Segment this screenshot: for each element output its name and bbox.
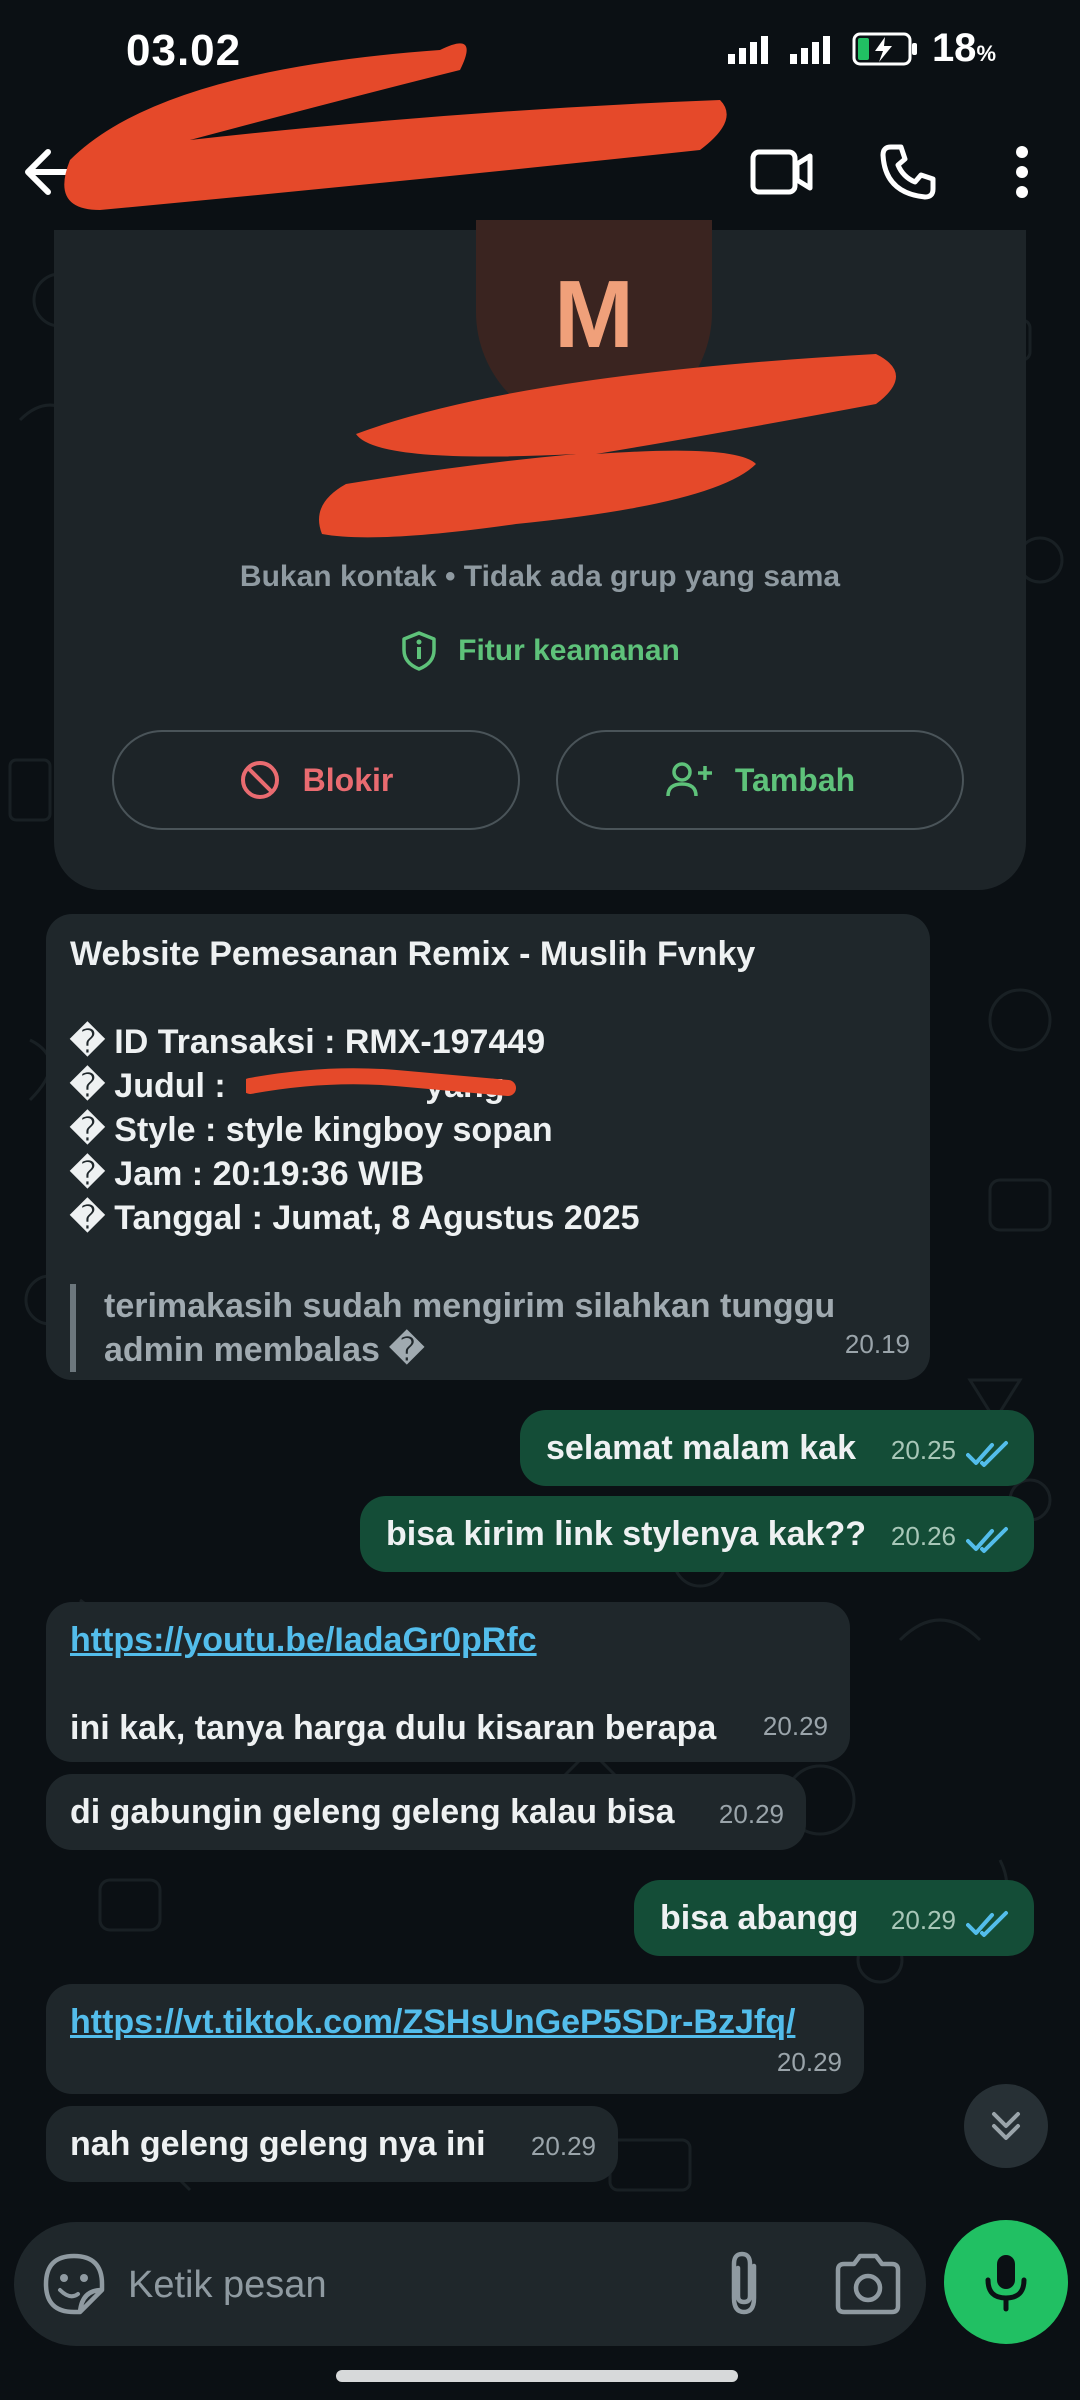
redaction-scribble <box>246 1068 516 1096</box>
status-icons: 18% <box>727 26 996 71</box>
voice-record-button[interactable] <box>944 2220 1068 2344</box>
security-label: Fitur keamanan <box>458 634 680 667</box>
system-nav-bar <box>0 2350 1080 2400</box>
attachment-icon[interactable] <box>710 2248 780 2320</box>
message-line: � Style : style kingboy sopan <box>70 1111 553 1149</box>
shield-icon <box>402 631 436 671</box>
battery-level: 18% <box>931 26 996 70</box>
message-time: 20.29 <box>776 2047 842 2077</box>
message-line: � Jam : 20:19:36 WIB <box>70 1155 425 1193</box>
security-features-link[interactable]: Fitur keamanan <box>54 630 1026 672</box>
message-outgoing[interactable]: bisa kirim link stylenya kak?? 20.26 <box>360 1496 1034 1572</box>
message-text: nah geleng geleng nya ini <box>70 2125 486 2163</box>
message-time: 20.25 <box>890 1435 956 1465</box>
message-time: 20.19 <box>844 1329 910 1359</box>
voice-call-icon <box>880 144 936 200</box>
sticker-emoji-icon[interactable] <box>40 2250 108 2318</box>
add-contact-button[interactable]: Tambah <box>556 730 964 830</box>
message-input[interactable] <box>126 2252 690 2318</box>
message-link[interactable]: https://vt.tiktok.com/ZSHsUnGeP5SDr-BzJf… <box>70 2000 840 2044</box>
block-label: Blokir <box>302 761 394 798</box>
more-options-button[interactable] <box>986 136 1058 208</box>
double-chevron-down-icon <box>992 2112 1020 2140</box>
add-person-icon <box>666 762 712 797</box>
message-time: 20.29 <box>890 1905 956 1935</box>
voice-call-button[interactable] <box>872 136 944 208</box>
home-indicator[interactable] <box>336 2370 738 2382</box>
message-time: 20.29 <box>718 1799 784 1829</box>
read-receipt-icon <box>966 1527 1008 1553</box>
message-line: � ID Transaksi : RMX-197449 <box>70 1023 546 1061</box>
message-title: Website Pemesanan Remix - Muslih Fvnky <box>70 935 756 973</box>
message-incoming[interactable]: nah geleng geleng nya ini 20.29 <box>46 2106 618 2182</box>
message-outgoing[interactable]: bisa abangg 20.29 <box>634 1880 1034 1956</box>
message-incoming[interactable]: di gabungin geleng geleng kalau bisa 20.… <box>46 1774 806 1850</box>
battery-charging-icon <box>852 32 917 65</box>
camera-icon[interactable] <box>832 2250 904 2318</box>
message-quote: terimakasih sudah mengirim silahkan tung… <box>70 1284 906 1372</box>
message-time: 20.29 <box>762 1711 828 1741</box>
message-incoming[interactable]: https://youtu.be/IadaGr0pRfc ini kak, ta… <box>46 1602 850 1762</box>
message-incoming[interactable]: https://vt.tiktok.com/ZSHsUnGeP5SDr-BzJf… <box>46 1984 864 2094</box>
message-time: 20.26 <box>890 1521 956 1551</box>
message-link[interactable]: https://youtu.be/IadaGr0pRfc <box>70 1618 826 1662</box>
message-line: � Tanggal : Jumat, 8 Agustus 2025 <box>70 1199 640 1237</box>
contact-subtitle: Bukan kontak • Tidak ada grup yang sama <box>239 560 841 593</box>
message-composer <box>14 2222 926 2346</box>
redaction-scribble <box>64 43 727 211</box>
read-receipt-icon <box>966 1911 1008 1937</box>
read-receipt-icon <box>966 1441 1008 1467</box>
add-label: Tambah <box>734 761 856 798</box>
block-icon <box>240 761 279 799</box>
more-vert-icon <box>1016 146 1028 198</box>
scroll-to-bottom-button[interactable] <box>964 2084 1048 2168</box>
block-button[interactable]: Blokir <box>112 730 520 830</box>
redaction-scribble <box>319 354 896 538</box>
message-text: ini kak, tanya harga dulu kisaran berapa <box>70 1709 717 1747</box>
video-call-button[interactable] <box>746 136 818 208</box>
message-incoming[interactable]: Website Pemesanan Remix - Muslih Fvnky �… <box>46 914 930 1380</box>
microphone-icon <box>985 2255 1027 2312</box>
message-outgoing[interactable]: selamat malam kak 20.25 <box>520 1410 1034 1486</box>
message-time: 20.29 <box>530 2131 596 2161</box>
message-text: di gabungin geleng geleng kalau bisa <box>70 1793 675 1831</box>
signal-icon <box>789 35 830 64</box>
video-call-icon <box>750 149 813 195</box>
